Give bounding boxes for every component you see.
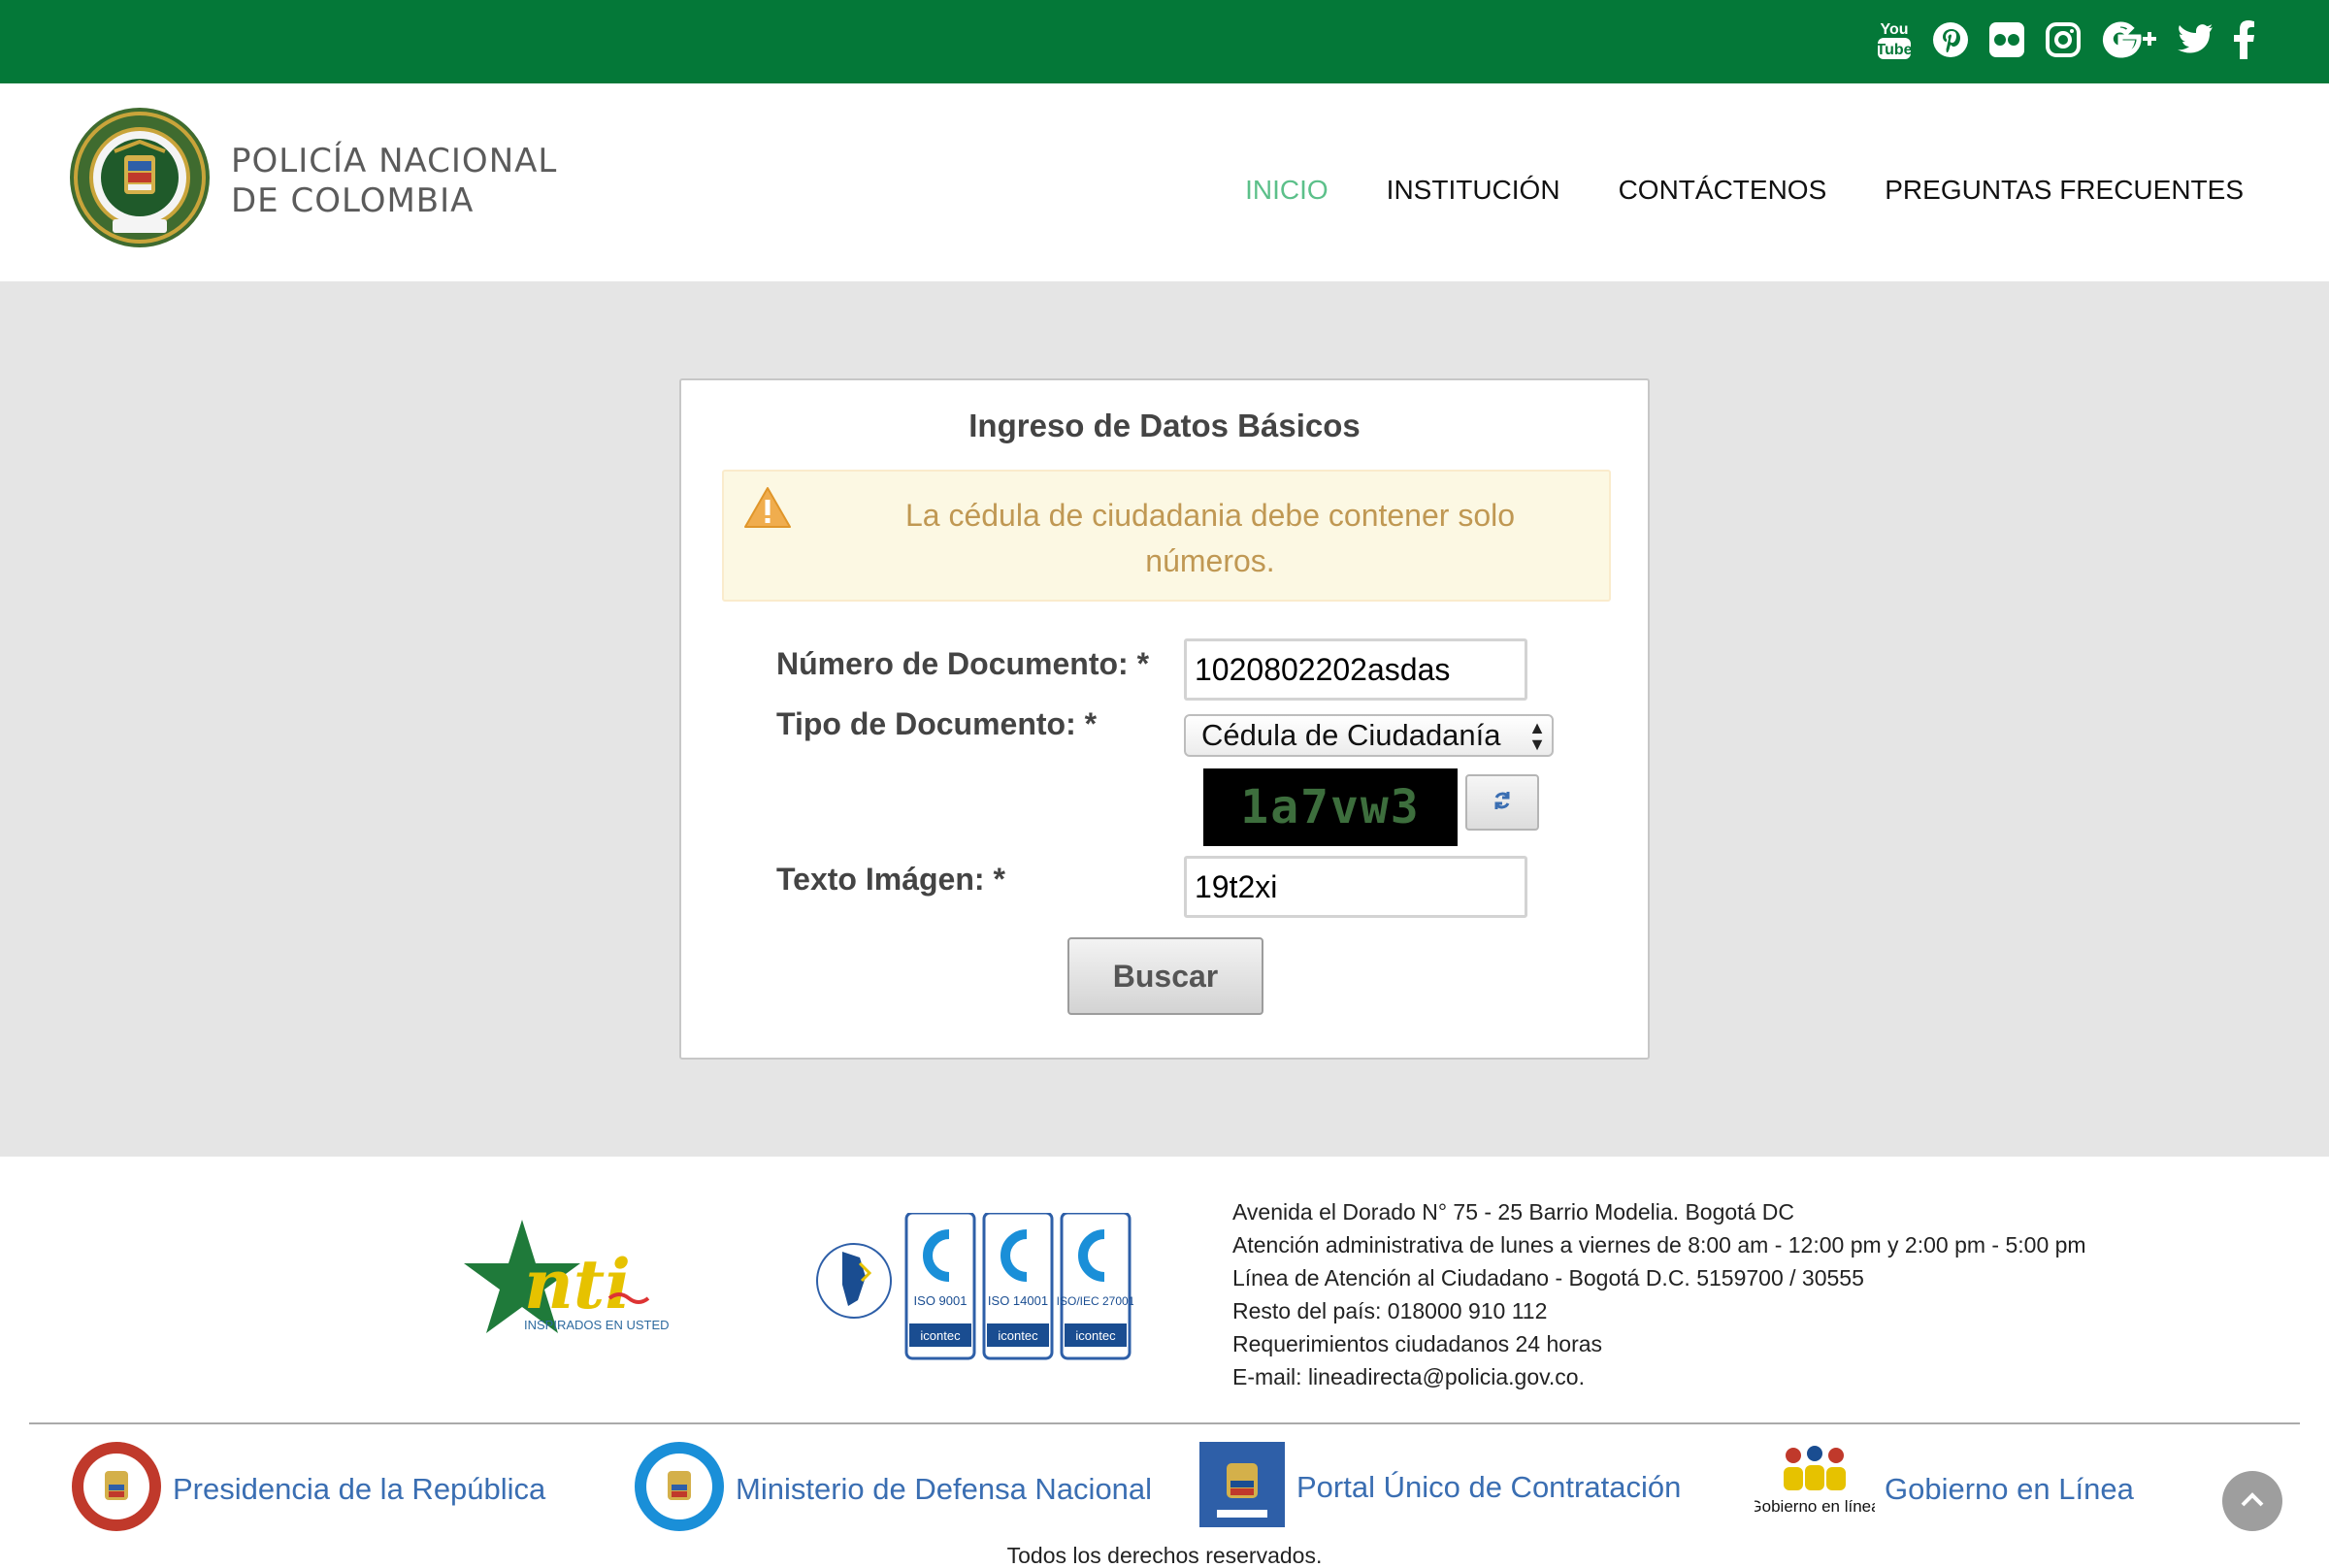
- site-header: POLICÍA NACIONAL DE COLOMBIA INICIO INST…: [0, 83, 2329, 281]
- refresh-icon: [1491, 789, 1514, 817]
- svg-text:icontec: icontec: [1075, 1328, 1116, 1343]
- doc-number-label: Número de Documento: *: [776, 646, 1150, 681]
- address-line: Requerimientos ciudadanos 24 horas: [1232, 1331, 1603, 1356]
- police-seal-logo[interactable]: [64, 105, 215, 250]
- link-label: Gobierno en Línea: [1885, 1471, 2134, 1506]
- doc-type-selected: Cédula de Ciudadanía: [1201, 718, 1501, 752]
- svg-text:Gobierno en línea: Gobierno en línea: [1755, 1497, 1875, 1516]
- mintic-logo[interactable]: nti INSPIRADOS EN USTED: [464, 1215, 672, 1346]
- pinterest-icon[interactable]: [1932, 16, 1969, 64]
- address-line: E-mail: lineadirecta@policia.gov.co.: [1232, 1364, 1585, 1389]
- alert-message: La cédula de ciudadania debe contener so…: [904, 498, 1516, 578]
- gobierno-en-linea-logo-icon: Gobierno en línea: [1749, 1440, 1881, 1538]
- twitter-icon[interactable]: [2177, 16, 2214, 64]
- address-line: Atención administrativa de lunes a viern…: [1232, 1232, 2086, 1258]
- captcha-refresh-button[interactable]: [1465, 774, 1539, 831]
- footer-divider: [29, 1422, 2300, 1424]
- copyright: Todos los derechos reservados.: [1006, 1543, 1323, 1568]
- captcha-image: 1a7vw3: [1203, 768, 1458, 846]
- address-line: Resto del país: 018000 910 112: [1232, 1298, 1548, 1323]
- top-bar: You Tube: [0, 0, 2329, 83]
- warning-icon: [743, 485, 792, 535]
- nav-contactenos[interactable]: CONTÁCTENOS: [1619, 175, 1827, 206]
- svg-text:ISO 9001: ISO 9001: [914, 1293, 968, 1308]
- google-plus-icon[interactable]: [2101, 16, 2157, 64]
- svg-text:icontec: icontec: [998, 1328, 1038, 1343]
- basic-data-form: Ingreso de Datos Básicos La cédula de ci…: [679, 378, 1650, 1060]
- nav-inicio[interactable]: INICIO: [1245, 175, 1329, 206]
- main-nav: INICIO INSTITUCIÓN CONTÁCTENOS PREGUNTAS…: [1245, 175, 2244, 206]
- brand-line-2: DE COLOMBIA: [231, 181, 475, 220]
- instagram-icon[interactable]: [2045, 16, 2082, 64]
- chevron-up-icon: [2240, 1490, 2265, 1513]
- link-gobierno-en-linea[interactable]: Gobierno en línea Gobierno en Línea: [1749, 1440, 2134, 1538]
- link-label: Portal Único de Contratación: [1296, 1469, 1682, 1504]
- scroll-to-top-button[interactable]: [2222, 1471, 2282, 1531]
- brand-line-1: POLICÍA NACIONAL: [231, 142, 558, 180]
- social-links: You Tube: [1876, 16, 2256, 64]
- contratacion-logo-icon: [1197, 1440, 1287, 1534]
- svg-text:ISO 14001: ISO 14001: [988, 1293, 1048, 1308]
- link-label: Ministerio de Defensa Nacional: [736, 1471, 1153, 1506]
- captcha-label: Texto Imágen: *: [776, 862, 1005, 897]
- svg-text:icontec: icontec: [920, 1328, 961, 1343]
- brand-name: POLICÍA NACIONAL DE COLOMBIA: [231, 142, 557, 221]
- link-ministerio-defensa[interactable]: Ministerio de Defensa Nacional: [633, 1440, 1152, 1538]
- address-line: Avenida el Dorado N° 75 - 25 Barrio Mode…: [1232, 1199, 1794, 1225]
- colombia-seal-icon: [70, 1440, 163, 1538]
- youtube-icon[interactable]: You Tube: [1876, 16, 1913, 64]
- svg-text:nti: nti: [524, 1244, 631, 1324]
- government-links: Presidencia de la República Ministerio d…: [0, 1440, 2329, 1537]
- svg-text:You: You: [1880, 21, 1908, 38]
- doc-type-label: Tipo de Documento: *: [776, 706, 1098, 741]
- select-arrows-icon: ▲ ▼: [1528, 718, 1546, 754]
- site-footer: nti INSPIRADOS EN USTED ISO 9001 icontec…: [0, 1157, 2329, 1568]
- form-title: Ingreso de Datos Básicos: [968, 408, 1361, 443]
- doc-number-input[interactable]: [1184, 638, 1527, 701]
- contact-address: Avenida el Dorado N° 75 - 25 Barrio Mode…: [1232, 1195, 2086, 1393]
- main-content: Ingreso de Datos Básicos La cédula de ci…: [0, 281, 2329, 1157]
- svg-text:Tube: Tube: [1876, 42, 1912, 58]
- svg-text:INSPIRADOS EN USTED: INSPIRADOS EN USTED: [524, 1318, 670, 1332]
- nav-institucion[interactable]: INSTITUCIÓN: [1387, 175, 1560, 206]
- address-line: Línea de Atención al Ciudadano - Bogotá …: [1232, 1265, 1864, 1290]
- doc-type-select[interactable]: Cédula de Ciudadanía ▲ ▼: [1184, 714, 1554, 757]
- link-portal-contratacion[interactable]: Portal Único de Contratación: [1197, 1440, 1681, 1534]
- colombia-seal-icon: [633, 1440, 726, 1538]
- svg-text:ISO/IEC 27001: ISO/IEC 27001: [1057, 1294, 1133, 1308]
- certifications-logos: ISO 9001 icontec ISO 14001 icontec ISO/I…: [813, 1211, 1135, 1368]
- link-label: Presidencia de la República: [173, 1471, 546, 1506]
- search-button[interactable]: Buscar: [1067, 937, 1263, 1015]
- flickr-icon[interactable]: [1988, 16, 2025, 64]
- nav-preguntas-frecuentes[interactable]: PREGUNTAS FRECUENTES: [1885, 175, 2244, 206]
- warning-alert: La cédula de ciudadania debe contener so…: [722, 470, 1611, 602]
- captcha-input[interactable]: [1184, 856, 1527, 918]
- facebook-icon[interactable]: [2233, 16, 2256, 64]
- link-presidencia[interactable]: Presidencia de la República: [70, 1440, 545, 1538]
